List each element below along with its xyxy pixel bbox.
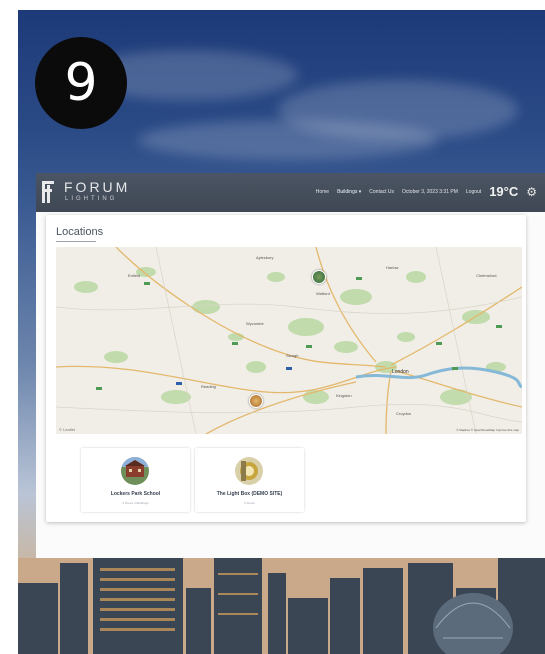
title-underline (56, 241, 96, 242)
step-number-badge: 9 (35, 37, 127, 129)
location-details: 2 Floors (244, 501, 255, 505)
map-tiles-attribution[interactable]: © Mapbox © OpenStreetMap Improve this ma… (456, 428, 519, 432)
screenshot-frame: 9 FORUM LIGHTING Home Buildings ▾ Contac… (18, 10, 545, 654)
city-skyline-background (18, 558, 545, 654)
sky-cloud (138, 120, 438, 160)
map-label: London (392, 369, 409, 375)
map-label: Reading (201, 384, 216, 389)
map-label: Chelmsford (476, 273, 496, 278)
temperature-readout: 19°C (489, 184, 519, 199)
brand-subtitle: LIGHTING (65, 196, 118, 202)
nav-logout[interactable]: Logout (466, 189, 481, 195)
nav-contact-us[interactable]: Contact Us (369, 189, 394, 195)
map-label: Wycombe (246, 321, 265, 326)
forum-logo-icon (42, 181, 56, 203)
map-label: Harlow (386, 265, 399, 270)
map-marker-icon[interactable] (249, 394, 263, 408)
location-card-light-box[interactable]: The Light Box (DEMO SITE) 2 Floors (195, 448, 304, 512)
map-tiles: Aylesbury Enfield Harlow Wycombe Watford… (56, 247, 522, 434)
top-nav: Home Buildings ▾ Contact Us October 3, 2… (316, 184, 537, 199)
location-details: 2 Floors 4 Buildings (122, 501, 149, 505)
nav-home[interactable]: Home (316, 189, 329, 195)
map-label: Enfield (128, 273, 140, 278)
nav-datetime: October 3, 2023 3:31 PM (402, 188, 458, 195)
building-photo-icon (235, 457, 263, 485)
gear-icon[interactable]: ⚙ (526, 185, 537, 199)
map-label: Aylesbury (256, 255, 274, 260)
locations-card: Locations Aylesbury Enfield Harlow Wycom… (46, 215, 526, 522)
map-marker-icon[interactable] (312, 270, 326, 284)
location-card-lockers-park[interactable]: Lockers Park School 2 Floors 4 Buildings (81, 448, 190, 512)
page-title: Locations (56, 226, 104, 238)
building-photo-icon (121, 457, 149, 485)
nav-buildings[interactable]: Buildings ▾ (337, 189, 361, 195)
map-label: Kingston (336, 393, 352, 398)
map-label: Watford (316, 291, 330, 296)
map-label: Croydon (396, 411, 411, 416)
app-header: FORUM LIGHTING Home Buildings ▾ Contact … (36, 173, 545, 213)
locations-map[interactable]: Aylesbury Enfield Harlow Wycombe Watford… (56, 247, 522, 434)
map-leaflet-attribution[interactable]: © Leaflet (59, 427, 75, 432)
brand-title: FORUM (64, 179, 131, 195)
location-name: Lockers Park School (110, 491, 161, 497)
map-label: Slough (286, 353, 298, 358)
location-name: The Light Box (DEMO SITE) (216, 491, 283, 497)
